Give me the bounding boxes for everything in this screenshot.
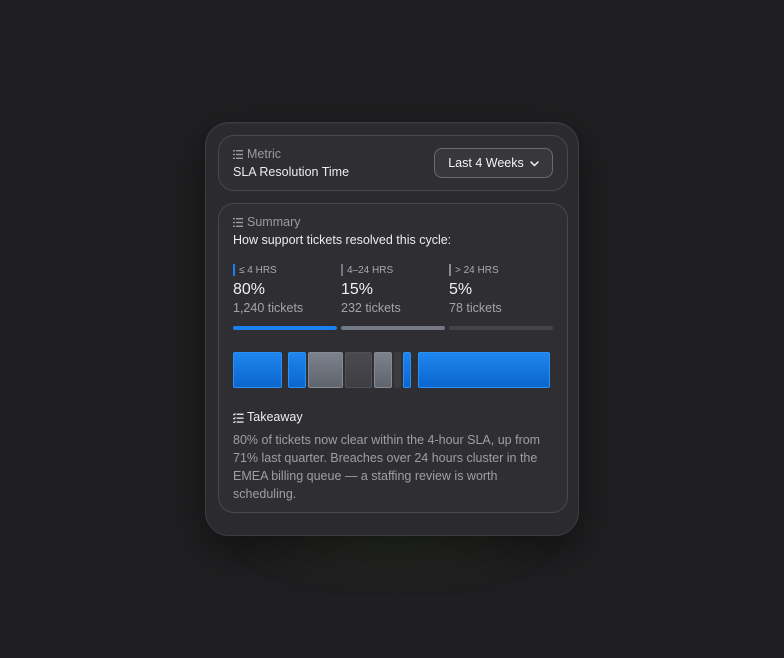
distribution-block — [308, 352, 343, 388]
stat-tag: ≤ 4 HRS — [233, 264, 277, 276]
stat-tag: > 24 HRS — [449, 264, 499, 276]
stat-percent: 15% — [341, 281, 374, 298]
metric-section-label: Metric — [233, 147, 281, 161]
takeaway-label-text: Takeaway — [247, 410, 303, 424]
ticket-distribution-blocks — [233, 352, 551, 388]
takeaway-text: 80% of tickets now clear within the 4-ho… — [233, 433, 541, 501]
stat-count: 78 tickets — [449, 301, 502, 315]
stat-tick — [449, 264, 451, 276]
stat-percent: 5% — [449, 281, 473, 298]
stat-under-4-hrs: ≤ 4 HRS 80% 1,240 tickets — [233, 262, 337, 332]
stat-tag-text: > 24 HRS — [455, 264, 499, 276]
stat-bar — [449, 326, 553, 330]
metric-name: SLA Resolution Time — [233, 165, 350, 179]
distribution-block — [233, 352, 282, 388]
stat-count: 232 tickets — [341, 301, 401, 315]
date-range-button[interactable]: Last 4 Weeks — [434, 148, 553, 178]
resolution-stats: ≤ 4 HRS 80% 1,240 tickets 4–24 HRS 15% 2… — [233, 262, 553, 332]
distribution-block — [403, 352, 411, 388]
list-icon — [233, 217, 243, 227]
stat-4-24-hrs: 4–24 HRS 15% 232 tickets — [341, 262, 445, 332]
stat-tag-text: 4–24 HRS — [347, 264, 394, 276]
stat-tick — [233, 264, 235, 276]
distribution-block — [288, 352, 306, 388]
stat-over-24-hrs: > 24 HRS 5% 78 tickets — [449, 262, 553, 332]
list-icon — [233, 149, 243, 159]
stat-count: 1,240 tickets — [233, 301, 304, 315]
summary-heading: How support tickets resolved this cycle: — [233, 233, 452, 247]
stat-bar — [341, 326, 445, 330]
distribution-block — [374, 352, 392, 388]
takeaway-section-label: Takeaway — [233, 410, 303, 424]
stat-tag-text: ≤ 4 HRS — [239, 264, 277, 276]
stat-tag: 4–24 HRS — [341, 264, 393, 276]
distribution-block — [345, 352, 372, 388]
distribution-block — [394, 352, 401, 388]
summary-section-label: Summary — [233, 215, 300, 229]
distribution-block — [418, 352, 550, 388]
summary-label-text: Summary — [247, 215, 301, 229]
date-range-label: Last 4 Weeks — [448, 156, 524, 170]
stat-percent: 80% — [233, 281, 266, 298]
stat-tick — [341, 264, 343, 276]
stat-bar — [233, 326, 337, 330]
metric-label-text: Metric — [247, 147, 282, 161]
checklist-icon — [233, 412, 244, 423]
summary-panel: Summary How support tickets resolved thi… — [218, 203, 568, 513]
metric-card: Metric SLA Resolution Time Last 4 Weeks — [205, 122, 579, 536]
chevron-down-icon — [530, 156, 539, 170]
metric-panel: Metric SLA Resolution Time Last 4 Weeks — [218, 135, 568, 191]
